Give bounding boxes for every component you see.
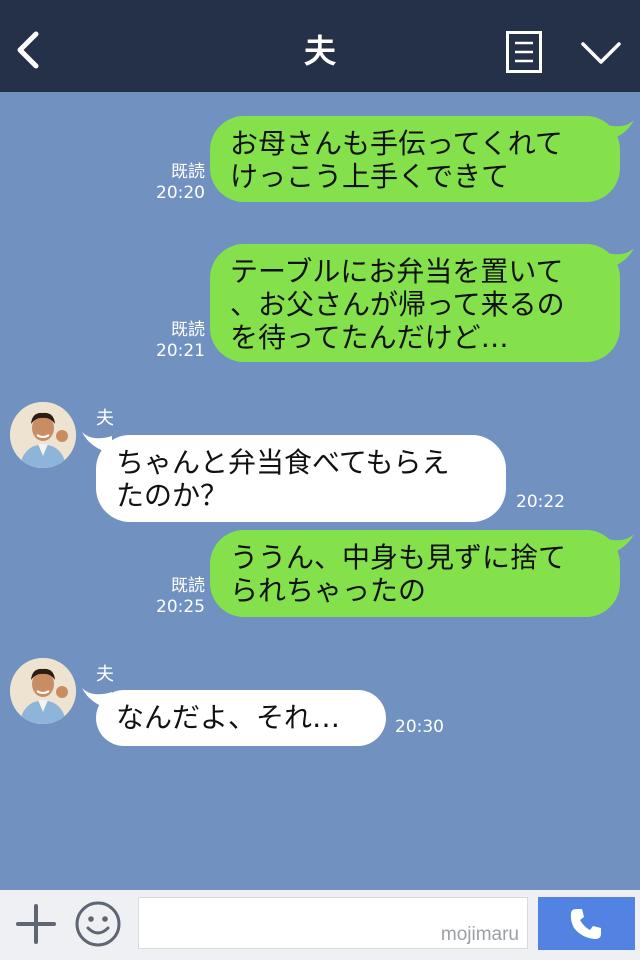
watermark: mojimaru xyxy=(440,924,519,945)
sender-name: 夫 xyxy=(96,408,114,429)
avatar[interactable] xyxy=(10,402,76,468)
message-bubble-outgoing[interactable]: ううん、中身も見ずに捨て られちゃったの xyxy=(210,530,620,617)
message-meta: 既読 20:21 xyxy=(150,320,205,362)
call-button[interactable] xyxy=(538,897,635,950)
read-receipt: 既読 xyxy=(171,162,205,182)
timestamp: 20:20 xyxy=(156,183,205,203)
avatar[interactable] xyxy=(10,658,76,724)
message-bubble-outgoing[interactable]: テーブルにお弁当を置いて 、お父さんが帰って来るの を待ってたんだけど… xyxy=(210,244,620,362)
smiley-icon[interactable] xyxy=(74,900,122,948)
message-bubble-outgoing[interactable]: お母さんも手伝ってくれて けっこう上手くできて xyxy=(210,116,620,202)
read-receipt: 既読 xyxy=(171,320,205,340)
message-meta: 既読 20:20 xyxy=(150,162,205,204)
person-icon xyxy=(10,658,76,724)
chat-title: 夫 xyxy=(303,32,336,70)
chat-header: 夫 xyxy=(0,0,640,92)
message-input[interactable]: mojimaru xyxy=(138,897,528,949)
timestamp: 20:30 xyxy=(395,717,444,737)
timestamp: 20:22 xyxy=(516,492,565,512)
chat-area[interactable]: 既読 20:20 お母さんも手伝ってくれて けっこう上手くできて 既読 20:2… xyxy=(0,92,640,890)
person-icon xyxy=(10,402,76,468)
notes-list-icon[interactable] xyxy=(506,31,542,73)
timestamp: 20:21 xyxy=(156,341,205,361)
message-meta: 既読 20:25 xyxy=(150,576,205,618)
plus-icon[interactable] xyxy=(14,902,58,946)
read-receipt: 既読 xyxy=(171,576,205,596)
message-bubble-incoming[interactable]: なんだよ、それ… xyxy=(96,690,386,746)
message-bubble-incoming[interactable]: ちゃんと弁当食べてもらえ たのか？ xyxy=(96,435,506,522)
phone-icon xyxy=(570,909,601,939)
sender-name: 夫 xyxy=(96,664,114,685)
chevron-down-icon[interactable] xyxy=(580,40,622,66)
timestamp: 20:25 xyxy=(156,597,205,617)
